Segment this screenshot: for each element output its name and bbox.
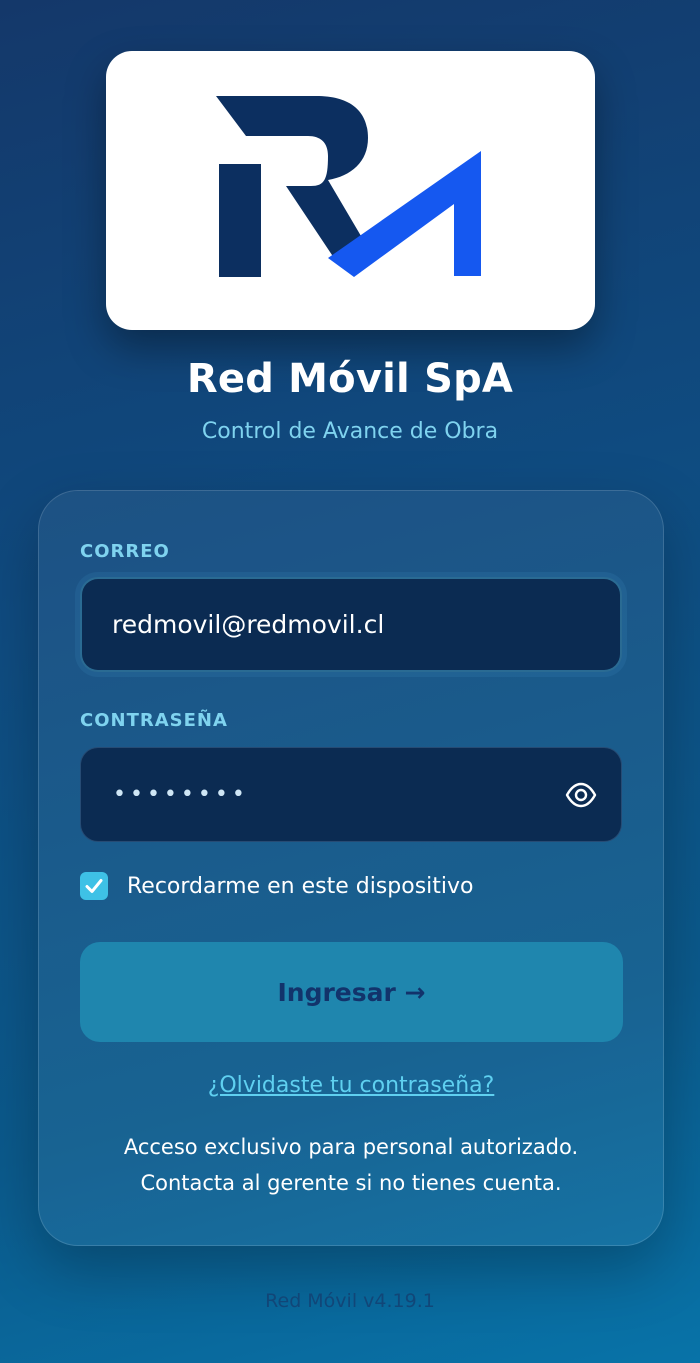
email-field[interactable]: redmovil@redmovil.cl [80,577,622,672]
brand-title: Red Móvil SpA [186,356,514,402]
password-mask: •••••••• [113,782,249,807]
eye-icon[interactable] [565,781,597,809]
brand-subtitle: Control de Avance de Obra [201,419,499,444]
password-label: CONTRASEÑA [80,710,228,731]
email-label: CORREO [80,541,170,562]
rm-logo-icon [215,95,481,277]
access-notice: Acceso exclusivo para personal autorizad… [39,1129,663,1201]
login-card: CORREO redmovil@redmovil.cl CONTRASEÑA •… [38,490,664,1246]
remember-row[interactable]: Recordarme en este dispositivo [80,871,474,901]
remember-checkbox[interactable] [80,872,108,900]
forgot-password-link[interactable]: ¿Olvidaste tu contraseña? [39,1073,663,1098]
logo-card [106,51,595,330]
password-field[interactable]: •••••••• [80,747,622,842]
remember-label: Recordarme en este dispositivo [127,873,474,899]
login-button[interactable]: Ingresar → [80,942,623,1042]
notice-line-2: Contacta al gerente si no tienes cuenta. [140,1171,562,1195]
check-icon [85,879,103,893]
email-value: redmovil@redmovil.cl [112,610,385,639]
notice-line-1: Acceso exclusivo para personal autorizad… [123,1135,579,1159]
app-version: Red Móvil v4.19.1 [265,1290,435,1312]
